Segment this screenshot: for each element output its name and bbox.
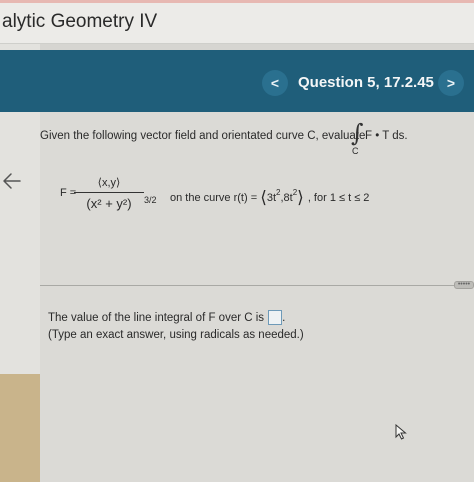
answer-instruction: (Type an exact answer, using radicals as… — [48, 329, 304, 341]
f-denominator: (x² + y²) — [86, 196, 132, 211]
sidebar-header-block — [0, 50, 40, 112]
answer-area: The value of the line integral of F over… — [48, 310, 304, 341]
top-accent-line — [0, 0, 474, 3]
answer-input[interactable] — [268, 310, 283, 325]
curve-x: 3t — [266, 192, 277, 204]
f-denominator-exponent: 3/2 — [144, 195, 157, 205]
integrand: F • T ds. — [365, 130, 408, 142]
answer-period: . — [282, 311, 286, 324]
sidebar-tan-block — [0, 374, 40, 482]
curve-close-bracket: ⟩ — [297, 188, 304, 207]
mouse-cursor-icon — [395, 423, 407, 440]
question-header: < Question 5, 17.2.45 > — [40, 50, 474, 112]
integral-subscript: C — [352, 146, 359, 156]
curve-range: , for 1 ≤ t ≤ 2 — [307, 192, 370, 204]
f-fraction: ⟨x,y⟩ (x² + y²) — [74, 176, 144, 211]
top-strip: alytic Geometry IV — [0, 0, 474, 44]
question-title: Question 5, 17.2.45 — [298, 74, 434, 91]
back-arrow-icon[interactable] — [2, 172, 22, 190]
curve-x-exponent: 2 — [276, 188, 281, 197]
app-title: alytic Geometry IV — [2, 11, 158, 32]
prompt-text: Given the following vector field and ori… — [40, 130, 366, 142]
curve-definition: on the curve r(t) = ⟨3t2,8t2⟩, for 1 ≤ t… — [170, 186, 370, 207]
more-options-button[interactable]: ••••• — [454, 281, 474, 289]
integral-symbol: ∫ — [351, 119, 364, 147]
f-numerator: ⟨x,y⟩ — [97, 177, 121, 189]
fraction-bar — [74, 192, 144, 193]
curve-prefix: on the curve r(t) = — [170, 192, 258, 204]
curve-y: 8t — [283, 192, 293, 204]
main-panel: < Question 5, 17.2.45 > Given the follow… — [40, 44, 474, 482]
curve-open-bracket: ⟨ — [260, 188, 267, 207]
next-question-button[interactable]: > — [438, 70, 464, 96]
question-content: Given the following vector field and ori… — [40, 112, 474, 482]
previous-question-button[interactable]: < — [262, 70, 288, 96]
section-divider — [40, 285, 474, 286]
left-sidebar — [0, 44, 40, 482]
answer-label: The value of the line integral of F over… — [48, 311, 265, 324]
